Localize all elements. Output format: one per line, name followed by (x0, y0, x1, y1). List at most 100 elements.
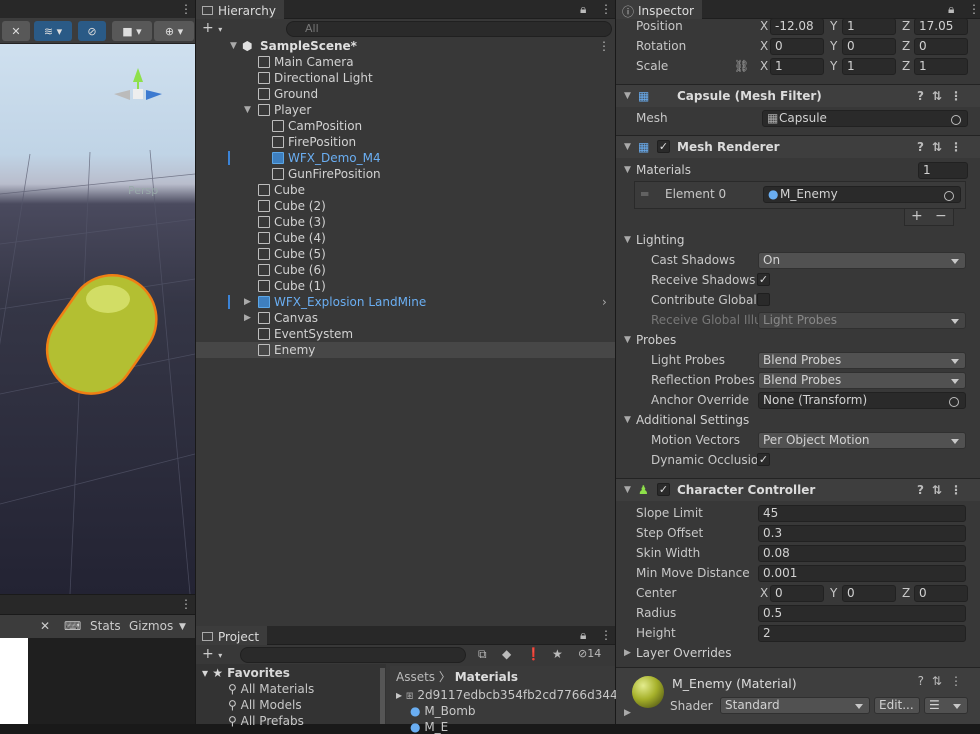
gizmo-button[interactable]: ⊕ ▾ (154, 21, 194, 41)
hierarchy-kebab[interactable]: ⋮ (600, 2, 612, 16)
position-x-field[interactable]: -12.08 (770, 18, 824, 35)
expand-arrow-icon[interactable]: ▶ (244, 294, 251, 310)
gizmos-dropdown-icon[interactable]: ▼ (179, 622, 186, 632)
hierarchy-item[interactable]: CamPosition (196, 118, 615, 134)
project-kebab[interactable]: ⋮ (600, 628, 612, 642)
hierarchy-item[interactable]: GunFirePosition (196, 166, 615, 182)
hierarchy-item[interactable]: Enemy (196, 342, 615, 358)
expand-arrow-icon[interactable]: ▶ (244, 310, 251, 326)
collapse-arrow-icon[interactable]: ▼ (624, 85, 631, 107)
hierarchy-item[interactable]: Cube (2) (196, 198, 615, 214)
breadcrumb-assets[interactable]: Assets (396, 670, 435, 684)
mesh-renderer-enabled-checkbox[interactable]: ✓ (657, 140, 670, 153)
element-0-field[interactable]: ● M_Enemy (763, 186, 961, 203)
position-z-field[interactable]: 17.05 (914, 18, 968, 35)
light-probes-dropdown[interactable]: Blend Probes (758, 352, 966, 369)
favorite-star-icon[interactable]: ★ (552, 647, 563, 661)
hierarchy-item[interactable]: FirePosition (196, 134, 615, 150)
contribute-gi-checkbox[interactable] (757, 293, 770, 306)
hierarchy-item[interactable]: Cube (1) (196, 278, 615, 294)
scene-root-row[interactable]: ▼ ⬢ SampleScene* ⋮ (196, 38, 615, 54)
lock-icon[interactable]: 🔒︎ (580, 2, 586, 17)
scale-link-icon[interactable]: ⛓ (734, 56, 749, 76)
project-lock-icon[interactable]: 🔒︎ (580, 628, 586, 643)
hierarchy-item[interactable]: Cube (4) (196, 230, 615, 246)
reflection-probes-dropdown[interactable]: Blend Probes (758, 372, 966, 389)
hidden-packages-count[interactable]: ⊘14 (578, 647, 601, 660)
scene-viewport[interactable]: Persp (0, 44, 195, 594)
stats-button[interactable]: Stats (90, 619, 121, 633)
create-button[interactable]: + ▾ (202, 20, 222, 36)
dynamic-occlusion-checkbox[interactable]: ✓ (757, 453, 770, 466)
asset-item[interactable]: ● M_E (410, 720, 448, 734)
favorites-header[interactable]: ▾ ★ Favorites (202, 666, 290, 680)
probes-section[interactable]: ▼ Probes (616, 330, 980, 350)
scale-y-field[interactable]: 1 (842, 58, 896, 75)
fx-toggle-button[interactable]: ✕ (2, 21, 30, 41)
scale-z-field[interactable]: 1 (914, 58, 968, 75)
hierarchy-item[interactable]: Cube (3) (196, 214, 615, 230)
camera-button[interactable]: ■ ▾ (112, 21, 152, 41)
component-actions[interactable]: ?⇅⋮ (917, 85, 970, 107)
radius-field[interactable]: 0.5 (758, 605, 966, 622)
draw-mode-button[interactable]: ≋ ▾ (34, 21, 72, 41)
breadcrumb-materials[interactable]: Materials (455, 670, 518, 684)
material-actions[interactable]: ?⇅⋮ (918, 674, 970, 688)
hierarchy-search-input[interactable]: All (286, 21, 612, 37)
project-search-input[interactable] (240, 647, 466, 663)
cast-shadows-dropdown[interactable]: On (758, 252, 966, 269)
scene-kebab-button[interactable]: ⋮ (598, 38, 610, 54)
hierarchy-item[interactable]: ▶ Canvas (196, 310, 615, 326)
inspector-kebab[interactable]: ⋮ (968, 2, 980, 16)
rotation-y-field[interactable]: 0 (842, 38, 896, 55)
expand-arrow-icon[interactable]: ▼ (244, 102, 251, 118)
asset-item[interactable]: ● M_Bomb (410, 704, 476, 718)
lighting-section[interactable]: ▼ Lighting (616, 230, 980, 250)
favorite-all-models[interactable]: ⚲ All Models (228, 698, 302, 712)
filter-label-icon[interactable]: ◆ (502, 647, 511, 661)
gizmos-button[interactable]: Gizmos (129, 619, 173, 633)
add-element-button[interactable]: + (911, 208, 923, 224)
character-controller-header[interactable]: ▼ ♟ ✓ Character Controller ?⇅⋮ (616, 478, 980, 501)
hierarchy-item[interactable]: › ▶ WFX_Explosion LandMine (196, 294, 615, 310)
mesh-renderer-header[interactable]: ▼ ▦ ✓ Mesh Renderer ?⇅⋮ (616, 135, 980, 158)
hierarchy-item[interactable]: Directional Light (196, 70, 615, 86)
drag-handle-icon[interactable]: ═ (641, 187, 648, 201)
object-picker-icon[interactable] (951, 115, 961, 125)
hidden-objects-button[interactable]: ⊘ (78, 21, 106, 41)
hierarchy-item[interactable]: WFX_Demo_M4 (196, 150, 615, 166)
center-z-field[interactable]: 0 (914, 585, 968, 602)
project-create-button[interactable]: + ▾ (202, 646, 222, 662)
shader-menu-button[interactable]: ☰ (924, 697, 968, 714)
favorite-all-materials[interactable]: ⚲ All Materials (228, 682, 314, 696)
expand-arrow-icon[interactable]: ▼ (230, 38, 237, 54)
scale-x-field[interactable]: 1 (770, 58, 824, 75)
motion-vectors-dropdown[interactable]: Per Object Motion (758, 432, 966, 449)
hierarchy-item[interactable]: Main Camera (196, 54, 615, 70)
character-controller-enabled-checkbox[interactable]: ✓ (657, 483, 670, 496)
step-offset-field[interactable]: 0.3 (758, 525, 966, 542)
hierarchy-item[interactable]: Ground (196, 86, 615, 102)
hierarchy-item[interactable]: Cube (5) (196, 246, 615, 262)
edit-shader-button[interactable]: Edit... (874, 697, 920, 714)
mute-icon[interactable]: ✕ (40, 619, 50, 633)
keyboard-icon[interactable]: ⌨ (64, 619, 81, 633)
hierarchy-item[interactable]: ▼ Player (196, 102, 615, 118)
position-y-field[interactable]: 1 (842, 18, 896, 35)
warning-icon[interactable]: ❗ (526, 647, 541, 661)
shader-dropdown[interactable]: Standard (720, 697, 870, 714)
anchor-override-field[interactable]: None (Transform) (758, 392, 966, 409)
center-y-field[interactable]: 0 (842, 585, 896, 602)
remove-element-button[interactable]: − (935, 208, 947, 224)
mesh-filter-header[interactable]: ▼ ▦ Capsule (Mesh Filter) ?⇅⋮ (616, 84, 980, 107)
favorites-scrollbar[interactable] (380, 668, 385, 724)
prefab-open-icon[interactable]: › (602, 294, 607, 310)
hierarchy-item[interactable]: EventSystem (196, 326, 615, 342)
tab-hierarchy[interactable]: Hierarchy (196, 0, 285, 19)
filter-type-icon[interactable]: ⧉ (478, 647, 487, 662)
tab-project[interactable]: Project (196, 626, 268, 645)
min-move-distance-field[interactable]: 0.001 (758, 565, 966, 582)
hierarchy-item[interactable]: Cube (196, 182, 615, 198)
slope-limit-field[interactable]: 45 (758, 505, 966, 522)
height-field[interactable]: 2 (758, 625, 966, 642)
